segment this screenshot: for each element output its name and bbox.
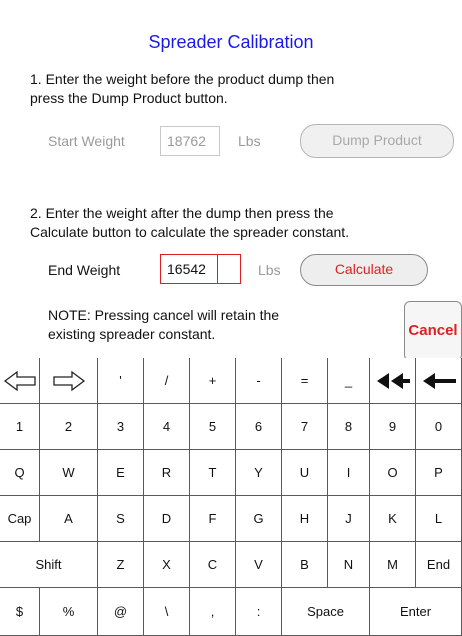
key-r[interactable]: R <box>144 450 190 496</box>
key-2[interactable]: 2 <box>40 404 98 450</box>
key-plus[interactable]: + <box>190 358 236 404</box>
step2-line2: Calculate button to calculate the spread… <box>30 224 350 240</box>
backspace-icon <box>422 372 456 389</box>
key-l[interactable]: L <box>416 496 462 542</box>
key-9[interactable]: 9 <box>370 404 416 450</box>
calculate-button[interactable]: Calculate <box>300 254 428 286</box>
note-text: NOTE: Pressing cancel will retain the ex… <box>48 306 279 344</box>
start-weight-label: Start Weight <box>48 133 125 149</box>
key-y[interactable]: Y <box>236 450 282 496</box>
key-i[interactable]: I <box>328 450 370 496</box>
key-t[interactable]: T <box>190 450 236 496</box>
key-at[interactable]: @ <box>98 588 144 636</box>
key-g[interactable]: G <box>236 496 282 542</box>
step1-line2: press the Dump Product button. <box>30 90 228 106</box>
key-e[interactable]: E <box>98 450 144 496</box>
key-equals[interactable]: = <box>282 358 328 404</box>
key-k[interactable]: K <box>370 496 416 542</box>
key-6[interactable]: 6 <box>236 404 282 450</box>
end-weight-unit: Lbs <box>258 262 281 278</box>
double-backspace-icon <box>376 372 410 389</box>
on-screen-keyboard: ' / + - = _ 1 2 3 4 5 6 7 8 9 0 Q W E R … <box>0 358 462 636</box>
key-q[interactable]: Q <box>0 450 40 496</box>
start-weight-unit: Lbs <box>238 133 261 149</box>
key-backslash[interactable]: \ <box>144 588 190 636</box>
key-h[interactable]: H <box>282 496 328 542</box>
dump-product-button[interactable]: Dump Product <box>300 124 454 158</box>
enter-key[interactable]: Enter <box>370 588 462 636</box>
clear-key[interactable] <box>370 358 416 404</box>
key-comma[interactable]: , <box>190 588 236 636</box>
backspace-key[interactable] <box>416 358 462 404</box>
key-8[interactable]: 8 <box>328 404 370 450</box>
key-m[interactable]: M <box>370 542 416 588</box>
space-key[interactable]: Space <box>282 588 370 636</box>
key-c[interactable]: C <box>190 542 236 588</box>
key-w[interactable]: W <box>40 450 98 496</box>
dialog-title: Spreader Calibration <box>148 32 314 52</box>
key-4[interactable]: 4 <box>144 404 190 450</box>
key-f[interactable]: F <box>190 496 236 542</box>
end-weight-field-extra[interactable] <box>217 254 241 284</box>
key-minus[interactable]: - <box>236 358 282 404</box>
step2-instructions: 2. Enter the weight after the dump then … <box>30 204 349 242</box>
key-j[interactable]: J <box>328 496 370 542</box>
end-weight-field[interactable]: 16542 <box>160 254 218 284</box>
key-o[interactable]: O <box>370 450 416 496</box>
step1-instructions: 1. Enter the weight before the product d… <box>30 70 334 108</box>
key-z[interactable]: Z <box>98 542 144 588</box>
key-0[interactable]: 0 <box>416 404 462 450</box>
right-arrow-key[interactable] <box>40 358 98 404</box>
key-7[interactable]: 7 <box>282 404 328 450</box>
key-dollar[interactable]: $ <box>0 588 40 636</box>
key-underscore[interactable]: _ <box>328 358 370 404</box>
step1-line1: 1. Enter the weight before the product d… <box>30 71 335 87</box>
key-s[interactable]: S <box>98 496 144 542</box>
left-arrow-icon <box>3 370 36 391</box>
key-u[interactable]: U <box>282 450 328 496</box>
key-n[interactable]: N <box>328 542 370 588</box>
key-a[interactable]: A <box>40 496 98 542</box>
left-arrow-key[interactable] <box>0 358 40 404</box>
end-weight-label: End Weight <box>48 262 121 278</box>
right-arrow-icon <box>52 370 85 391</box>
key-d[interactable]: D <box>144 496 190 542</box>
key-apostrophe[interactable]: ' <box>98 358 144 404</box>
key-5[interactable]: 5 <box>190 404 236 450</box>
key-p[interactable]: P <box>416 450 462 496</box>
key-1[interactable]: 1 <box>0 404 40 450</box>
key-slash[interactable]: / <box>144 358 190 404</box>
key-percent[interactable]: % <box>40 588 98 636</box>
key-colon[interactable]: : <box>236 588 282 636</box>
key-v[interactable]: V <box>236 542 282 588</box>
note-line1: NOTE: Pressing cancel will retain the <box>48 307 280 323</box>
end-key[interactable]: End <box>416 542 462 588</box>
key-3[interactable]: 3 <box>98 404 144 450</box>
start-weight-field[interactable]: 18762 <box>160 126 220 156</box>
note-line2: existing spreader constant. <box>48 326 216 342</box>
key-b[interactable]: B <box>282 542 328 588</box>
shift-key[interactable]: Shift <box>0 542 98 588</box>
cancel-button[interactable]: Cancel <box>404 301 462 361</box>
caps-key[interactable]: Cap <box>0 496 40 542</box>
step2-line1: 2. Enter the weight after the dump then … <box>30 205 334 221</box>
key-x[interactable]: X <box>144 542 190 588</box>
